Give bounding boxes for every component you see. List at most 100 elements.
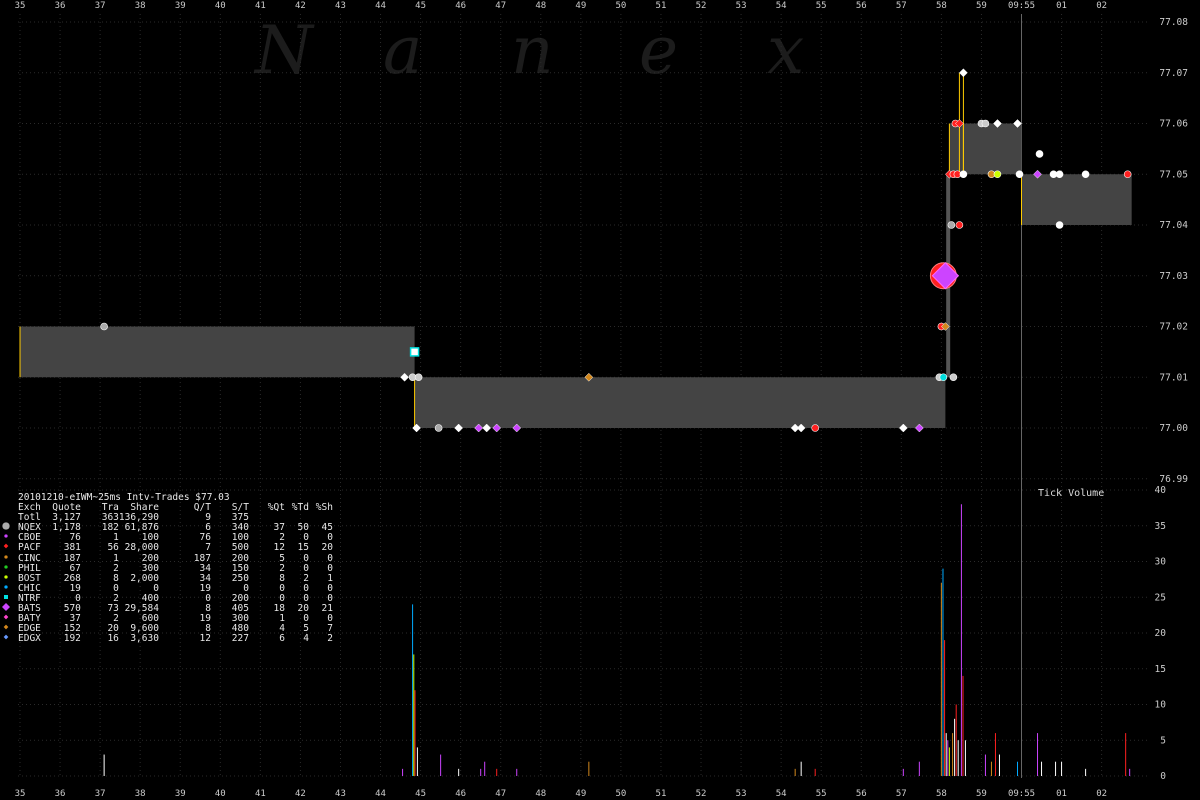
x-tick-label-bottom: 45 <box>415 789 426 799</box>
stats-table: Exch Quote Tra Share Q/T S/T %Qt %Td %Sh Totl 3,1… <box>2 502 333 645</box>
x-tick-label-top: 09:55 <box>1008 1 1035 11</box>
stats-cell: 227 <box>231 633 249 645</box>
x-tick-label-bottom: 41 <box>255 789 266 799</box>
volume-tick-label: 25 <box>1155 592 1166 603</box>
trade-marker <box>1055 170 1064 179</box>
x-tick-label-bottom: 56 <box>856 789 867 799</box>
nbbo-bands <box>19 72 1132 428</box>
legend-marker-shape <box>4 554 8 559</box>
legend-marker-shape <box>3 634 9 640</box>
x-tick-label-top: 48 <box>535 1 546 11</box>
x-tick-label-top: 35 <box>15 1 26 11</box>
legend-marker-icon <box>3 624 9 630</box>
trade-marker <box>434 424 443 432</box>
x-tick-label-bottom: 58 <box>936 789 947 799</box>
trade-marker <box>981 119 990 128</box>
x-tick-label-bottom: 59 <box>976 789 987 799</box>
x-tick-label-top: 57 <box>896 1 907 11</box>
x-tick-label-top: 39 <box>175 1 186 11</box>
legend-marker-shape <box>4 575 8 579</box>
legend-marker-shape <box>4 585 8 589</box>
x-tick-label-top: 55 <box>816 1 827 11</box>
volume-tick-label: 15 <box>1155 664 1166 675</box>
x-tick-label-bottom: 54 <box>776 789 787 799</box>
x-tick-label-top: 56 <box>856 1 867 11</box>
trade-marker <box>1035 150 1044 158</box>
volume-axis-title: Tick Volume <box>1038 488 1105 499</box>
x-tick-label-bottom: 50 <box>615 789 626 799</box>
x-tick-label-bottom: 37 <box>95 789 106 799</box>
legend-marker-icon <box>4 585 8 589</box>
x-tick-label-bottom: 09:55 <box>1008 789 1035 799</box>
stats-cell: 6 <box>279 633 285 645</box>
legend-marker-shape <box>2 522 10 530</box>
x-tick-label-bottom: 44 <box>375 789 386 799</box>
stats-cell: 9 <box>205 512 211 524</box>
x-tick-label-bottom: 49 <box>575 789 586 799</box>
legend-marker-icon <box>4 575 8 579</box>
x-tick-label-bottom: 39 <box>175 789 186 799</box>
volume-tick-label: 40 <box>1155 485 1167 496</box>
stats-row: NQEX 1,178 182 61,876 6 340 37 50 45 <box>2 522 333 533</box>
stats-row: BATS 570 73 29,584 8 405 18 20 21 <box>2 603 333 614</box>
nbbo-band <box>1021 174 1132 225</box>
x-tick-label-top: 01 <box>1056 1 1067 11</box>
x-tick-label-top: 44 <box>375 1 386 11</box>
legend-marker-shape <box>4 534 8 539</box>
x-tick-label-top: 50 <box>615 1 626 11</box>
x-tick-label-bottom: 42 <box>295 789 306 799</box>
x-tick-label-bottom: 47 <box>495 789 506 799</box>
trade-marker <box>811 424 819 432</box>
exchange-name: EDGX <box>3 634 41 644</box>
volume-tick-label: 20 <box>1155 628 1167 639</box>
nbbo-band <box>414 377 946 428</box>
trade-marker <box>100 322 108 331</box>
x-tick-label-bottom: 36 <box>55 789 66 799</box>
x-tick-label-bottom: 53 <box>736 789 747 799</box>
price-tick-label: 77.05 <box>1159 169 1188 180</box>
stats-header-cell: %Td <box>291 502 309 514</box>
volume-tick-label: 35 <box>1155 521 1166 532</box>
stats-cell: 0 <box>205 592 211 604</box>
stats-row: CHIC 19 0 0 19 0 0 0 0 <box>4 583 333 594</box>
stats-cell: 3,630 <box>130 633 159 645</box>
x-tick-label-bottom: 52 <box>696 789 707 799</box>
x-tick-label-top: 59 <box>976 1 987 11</box>
trade-marker <box>993 170 1002 179</box>
legend-marker-shape <box>4 594 8 599</box>
volume-tick-label: 5 <box>1160 735 1166 746</box>
nbbo-band <box>963 123 1022 175</box>
stats-row: BOST 268 8 2,000 34 250 8 2 1 <box>4 573 333 584</box>
x-tick-label-top: 36 <box>55 1 66 11</box>
x-axis-top: 35 36 37 38 39 40 41 42 43 44 45 46 47 48 49 50 51 52 53 54… <box>15 1 1107 11</box>
price-tick-label: 77.08 <box>1159 17 1188 28</box>
stats-cell: 76 <box>199 532 211 544</box>
legend-marker-shape <box>3 544 9 549</box>
trade-marker <box>1055 221 1064 229</box>
stats-header-cell: %Sh <box>315 502 333 514</box>
x-tick-label-top: 45 <box>415 1 426 11</box>
x-tick-label-top: 40 <box>215 1 226 11</box>
x-tick-label-bottom: 48 <box>535 789 546 799</box>
legend-marker-icon <box>4 534 8 539</box>
stats-body: Totl 3,127 363 136,290 9 375 NQEX 1,178 182 61,87… <box>2 512 333 645</box>
trade-marker <box>947 221 956 229</box>
x-tick-label-top: 41 <box>255 1 266 11</box>
price-tick-label: 77.07 <box>1159 68 1188 79</box>
x-axis-bottom: 35 36 37 38 39 40 41 42 43 44 45 46 47 48 49 50 51 52 53 54… <box>15 789 1107 799</box>
trade-marker <box>959 68 968 78</box>
x-tick-label-bottom: 51 <box>656 789 667 799</box>
legend-marker-shape <box>3 614 9 620</box>
x-tick-label-bottom: 46 <box>455 789 466 799</box>
price-tick-label: 77.01 <box>1159 372 1188 383</box>
trade-marker <box>1123 170 1132 179</box>
trade-marker <box>939 373 948 382</box>
legend-marker-icon <box>4 554 8 559</box>
trade-marker <box>409 347 420 357</box>
price-tick-label: 77.06 <box>1159 119 1188 130</box>
x-tick-label-top: 47 <box>495 1 506 11</box>
x-tick-label-bottom: 43 <box>335 789 346 799</box>
x-tick-label-bottom: 57 <box>896 789 907 799</box>
x-tick-label-top: 58 <box>936 1 947 11</box>
x-tick-label-top: 02 <box>1096 1 1107 11</box>
